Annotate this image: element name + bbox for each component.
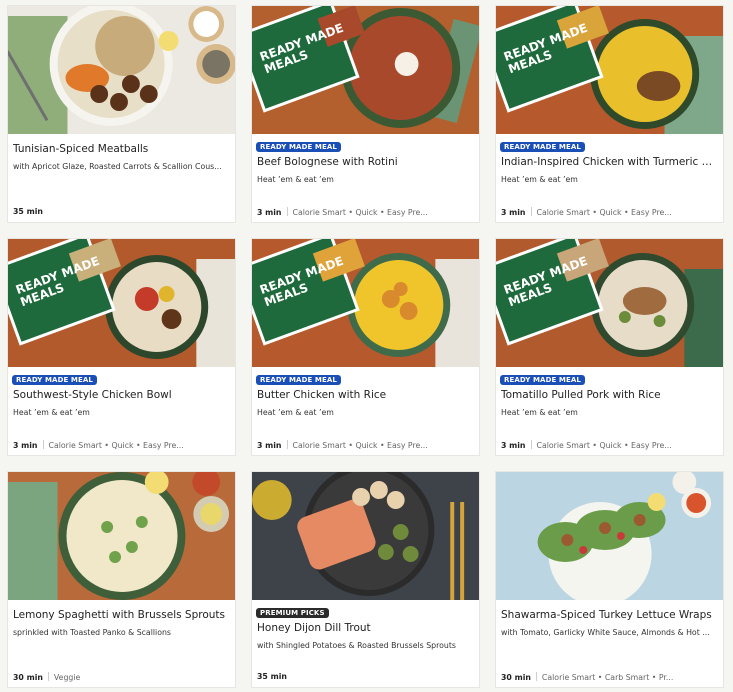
recipe-tags: Calorie Smart • Quick • Easy Pre... <box>536 441 672 450</box>
recipe-image <box>252 472 479 600</box>
prep-time: 35 min <box>13 207 43 216</box>
recipe-meta: 35 min <box>257 672 474 681</box>
divider <box>47 672 49 681</box>
prep-time: 30 min <box>13 673 43 682</box>
recipe-card[interactable]: READY MADE MEALS READY MADE MEAL Southwe… <box>7 238 236 456</box>
recipe-title[interactable]: Indian-Inspired Chicken with Turmeric R.… <box>501 156 718 168</box>
recipe-image: READY MADE MEALS <box>496 239 723 367</box>
recipe-meta: 3 min Calorie Smart • Quick • Easy Pre... <box>257 207 474 217</box>
recipe-subtitle: Heat ’em & eat ’em <box>257 408 334 417</box>
recipe-meta: 30 min Calorie Smart • Carb Smart • Pr... <box>501 672 718 682</box>
recipe-card[interactable]: Tunisian-Spiced Meatballs with Apricot G… <box>7 5 236 223</box>
recipe-meta: 3 min Calorie Smart • Quick • Easy Pre... <box>257 440 474 450</box>
recipe-subtitle: Heat ’em & eat ’em <box>501 175 578 184</box>
prep-time: 3 min <box>13 441 38 450</box>
prep-time: 30 min <box>501 673 531 682</box>
recipe-tags: Calorie Smart • Carb Smart • Pr... <box>541 673 674 682</box>
recipe-title[interactable]: Tomatillo Pulled Pork with Rice <box>501 389 718 401</box>
divider <box>286 207 288 216</box>
recipe-title[interactable]: Honey Dijon Dill Trout <box>257 622 474 634</box>
prep-time: 3 min <box>501 208 526 217</box>
divider <box>530 207 532 216</box>
recipe-meta: 30 min Veggie <box>13 672 230 682</box>
recipe-title[interactable]: Lemony Spaghetti with Brussels Sprouts <box>13 609 230 621</box>
recipe-tags: Calorie Smart • Quick • Easy Pre... <box>48 441 184 450</box>
recipe-card[interactable]: PREMIUM PICKS Honey Dijon Dill Trout wit… <box>251 471 480 688</box>
recipe-title[interactable]: Butter Chicken with Rice <box>257 389 474 401</box>
recipe-image <box>496 472 723 600</box>
recipe-card[interactable]: READY MADE MEALS READY MADE MEAL Beef Bo… <box>251 5 480 223</box>
recipe-title[interactable]: Southwest-Style Chicken Bowl <box>13 389 230 401</box>
recipe-tags: Calorie Smart • Quick • Easy Pre... <box>536 208 672 217</box>
recipe-meta: 3 min Calorie Smart • Quick • Easy Pre... <box>501 440 718 450</box>
recipe-subtitle: Heat ’em & eat ’em <box>257 175 334 184</box>
recipe-image <box>8 472 235 600</box>
recipe-image: READY MADE MEALS <box>496 6 723 134</box>
recipe-tags: Veggie <box>53 673 81 682</box>
recipe-title[interactable]: Beef Bolognese with Rotini <box>257 156 474 168</box>
recipe-image: READY MADE MEALS <box>8 239 235 367</box>
recipe-meta: 3 min Calorie Smart • Quick • Easy Pre... <box>13 440 230 450</box>
recipe-subtitle: Heat ’em & eat ’em <box>501 408 578 417</box>
recipe-subtitle: sprinkled with Toasted Panko & Scallions <box>13 628 171 637</box>
prep-time: 3 min <box>501 441 526 450</box>
recipe-grid: Tunisian-Spiced Meatballs with Apricot G… <box>0 0 733 692</box>
divider <box>535 672 537 681</box>
recipe-title[interactable]: Tunisian-Spiced Meatballs <box>13 143 230 155</box>
prep-time: 3 min <box>257 208 282 217</box>
divider <box>42 440 44 449</box>
recipe-card[interactable]: Lemony Spaghetti with Brussels Sprouts s… <box>7 471 236 688</box>
recipe-image: READY MADE MEALS <box>252 239 479 367</box>
divider <box>286 440 288 449</box>
recipe-subtitle: with Tomato, Garlicky White Sauce, Almon… <box>501 628 710 637</box>
recipe-title[interactable]: Shawarma-Spiced Turkey Lettuce Wraps <box>501 609 718 621</box>
prep-time: 3 min <box>257 441 282 450</box>
recipe-meta: 35 min <box>13 207 230 216</box>
ready-made-badge: READY MADE MEAL <box>500 142 585 152</box>
ready-made-badge: READY MADE MEAL <box>256 142 341 152</box>
recipe-subtitle: with Apricot Glaze, Roasted Carrots & Sc… <box>13 162 222 171</box>
premium-picks-badge: PREMIUM PICKS <box>256 608 329 618</box>
recipe-subtitle: Heat ’em & eat ’em <box>13 408 90 417</box>
recipe-image <box>8 6 235 134</box>
divider <box>530 440 532 449</box>
prep-time: 35 min <box>257 672 287 681</box>
recipe-meta: 3 min Calorie Smart • Quick • Easy Pre... <box>501 207 718 217</box>
ready-made-badge: READY MADE MEAL <box>256 375 341 385</box>
recipe-tags: Calorie Smart • Quick • Easy Pre... <box>292 441 428 450</box>
recipe-card[interactable]: READY MADE MEALS READY MADE MEAL Tomatil… <box>495 238 724 456</box>
recipe-tags: Calorie Smart • Quick • Easy Pre... <box>292 208 428 217</box>
recipe-image: READY MADE MEALS <box>252 6 479 134</box>
ready-made-badge: READY MADE MEAL <box>12 375 97 385</box>
recipe-subtitle: with Shingled Potatoes & Roasted Brussel… <box>257 641 456 650</box>
recipe-card[interactable]: READY MADE MEALS READY MADE MEAL Indian-… <box>495 5 724 223</box>
recipe-card[interactable]: READY MADE MEALS READY MADE MEAL Butter … <box>251 238 480 456</box>
recipe-card[interactable]: Shawarma-Spiced Turkey Lettuce Wraps wit… <box>495 471 724 688</box>
ready-made-badge: READY MADE MEAL <box>500 375 585 385</box>
